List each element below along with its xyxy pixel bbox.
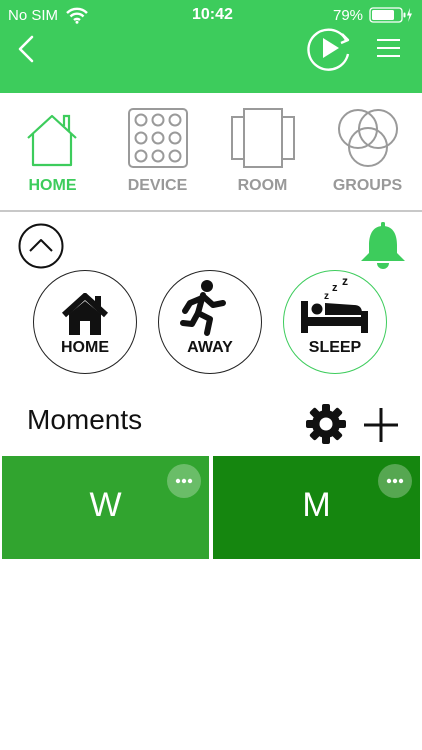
mode-home-button[interactable]: HOME xyxy=(33,270,137,374)
mode-away-label: AWAY xyxy=(187,339,233,356)
mode-home-label: HOME xyxy=(61,339,109,356)
more-options-icon[interactable] xyxy=(167,464,201,498)
gear-icon[interactable] xyxy=(305,403,347,445)
add-icon[interactable] xyxy=(361,405,401,445)
clock: 10:42 xyxy=(192,6,233,23)
header-bar: No SIM 10:42 79% xyxy=(0,0,422,93)
tab-device[interactable]: DEVICE xyxy=(105,100,210,210)
bell-icon[interactable] xyxy=(357,220,409,270)
svg-text:z: z xyxy=(342,277,348,288)
battery-percent: 79% xyxy=(333,7,364,24)
wifi-icon xyxy=(66,7,88,24)
back-chevron-icon[interactable] xyxy=(14,34,38,64)
moment-tile-m[interactable]: M xyxy=(213,456,420,559)
tab-home-label: HOME xyxy=(28,177,77,194)
moment-tile-w[interactable]: W xyxy=(2,456,209,559)
svg-text:z: z xyxy=(324,291,329,302)
battery-icon xyxy=(369,7,412,23)
tab-home[interactable]: HOME xyxy=(0,100,105,210)
svg-text:z: z xyxy=(332,282,338,294)
play-scene-icon[interactable] xyxy=(306,26,354,72)
ellipsis-icon xyxy=(386,478,404,484)
house-icon xyxy=(27,114,77,167)
ellipsis-icon xyxy=(175,478,193,484)
tab-device-label: DEVICE xyxy=(127,177,188,194)
running-person-icon xyxy=(180,280,226,336)
room-panels-icon xyxy=(231,108,295,168)
sleeping-bed-icon: z z z xyxy=(301,277,368,333)
moments-title: Moments xyxy=(27,404,143,435)
menu-icon[interactable] xyxy=(375,36,403,60)
home-mode-icon xyxy=(61,293,109,335)
groups-circles-icon xyxy=(338,109,398,167)
mode-away-button[interactable]: AWAY xyxy=(158,270,262,374)
tab-groups[interactable]: GROUPS xyxy=(315,100,420,210)
carrier-label: No SIM xyxy=(8,7,59,24)
mode-sleep-button[interactable]: z z z SLEEP xyxy=(283,270,387,374)
collapse-chevron-up-icon[interactable] xyxy=(17,222,65,270)
more-options-icon[interactable] xyxy=(378,464,412,498)
tab-room[interactable]: ROOM xyxy=(210,100,315,210)
mode-sleep-label: SLEEP xyxy=(308,339,362,356)
tabs-divider xyxy=(0,210,422,212)
tab-groups-label: GROUPS xyxy=(332,177,403,194)
device-grid-icon xyxy=(128,108,188,168)
tab-room-label: ROOM xyxy=(237,177,288,194)
